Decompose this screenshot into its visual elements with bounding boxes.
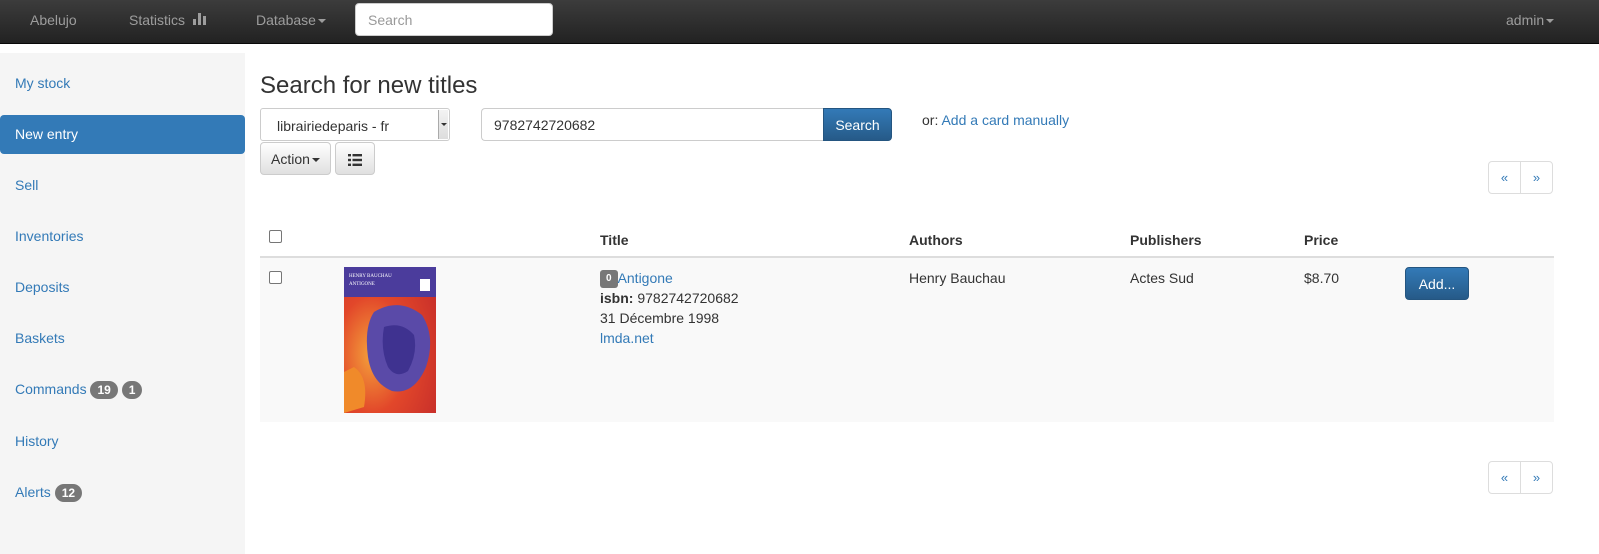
nav-search-input[interactable] [355,3,553,36]
cover-title-text: ANTIGONE [349,282,375,287]
publication-date: 31 Décembre 1998 [600,310,720,327]
source-link[interactable]: lmda.net [600,330,654,346]
publisher-cell: Actes Sud [1130,270,1194,286]
alerts-count-badge: 12 [54,484,83,503]
brand-link[interactable]: Abelujo [30,12,77,28]
table-row [260,258,1554,422]
pager-next-button[interactable]: » [1520,161,1553,194]
sidebar-item-history[interactable]: History [0,422,245,461]
sidebar-item-label: Alerts [15,484,51,500]
user-label: admin [1506,12,1545,28]
add-card-hint: or: Add a card manually [922,112,1069,128]
pager-top: « » [1488,161,1553,194]
search-button[interactable]: Search [823,108,892,141]
add-button[interactable]: Add... [1405,267,1469,300]
statistics-menu[interactable]: Statistics [129,12,206,28]
sidebar: My stock New entry Sell Inventories Depo… [0,53,245,554]
list-view-button[interactable] [335,142,375,175]
column-header-authors: Authors [909,232,963,248]
source-select[interactable]: librairiedeparis - fr [260,108,450,141]
sidebar-item-my-stock[interactable]: My stock [0,64,245,103]
row-checkbox[interactable] [269,271,282,284]
sidebar-item-baskets[interactable]: Baskets [0,319,245,358]
page-title: Search for new titles [260,72,478,99]
select-all-checkbox[interactable] [269,230,282,243]
sidebar-item-new-entry[interactable]: New entry [0,115,245,154]
sidebar-item-inventories[interactable]: Inventories [0,217,245,256]
sidebar-item-commands[interactable]: Commands 19 1 [0,370,245,409]
list-icon [348,153,362,166]
user-menu[interactable]: admin [1506,12,1555,28]
statistics-label: Statistics [129,12,186,28]
chevron-down-icon [311,157,320,162]
source-select-value: librairiedeparis - fr [277,118,390,134]
pager-next-button[interactable]: » [1520,461,1553,494]
action-button[interactable]: Action [260,142,331,175]
database-label: Database [256,12,316,28]
sidebar-item-alerts[interactable]: Alerts 12 [0,473,245,512]
sidebar-item-label: Commands [15,381,87,397]
author-cell: Henry Bauchau [909,270,1006,286]
book-title-link[interactable]: Antigone [618,270,673,286]
column-header-price: Price [1304,232,1339,248]
action-label: Action [271,150,310,167]
column-header-publishers: Publishers [1130,232,1202,248]
chevron-down-icon [438,110,448,139]
cover-author-text: HENRY BAUCHAU [349,274,392,279]
isbn-label: isbn: [600,290,634,307]
search-input[interactable] [481,108,823,141]
price-cell: $8.70 [1304,270,1340,286]
quantity-badge: 0 [600,270,618,289]
pager-prev-button[interactable]: « [1488,161,1521,194]
title-cell: 0 Antigone isbn: 9782742720682 31 Décembr… [600,268,890,348]
commands-pending-badge: 1 [121,381,143,400]
column-header-title: Title [600,232,629,248]
add-card-manually-link[interactable]: Add a card manually [941,112,1069,128]
or-label: or: [922,112,939,128]
chevron-down-icon [317,19,326,24]
sidebar-item-deposits[interactable]: Deposits [0,268,245,307]
commands-count-badge: 19 [90,381,118,400]
sidebar-item-sell[interactable]: Sell [0,166,245,205]
pager-prev-button[interactable]: « [1488,461,1521,494]
bar-chart-icon [192,13,206,25]
pager-bottom: « » [1488,461,1553,494]
book-cover-image[interactable]: HENRY BAUCHAU ANTIGONE [344,267,436,413]
database-menu[interactable]: Database [256,12,326,28]
top-navbar: Abelujo Statistics Database admin [0,0,1599,44]
isbn-value: 9782742720682 [637,290,739,307]
chevron-down-icon [1546,19,1555,24]
